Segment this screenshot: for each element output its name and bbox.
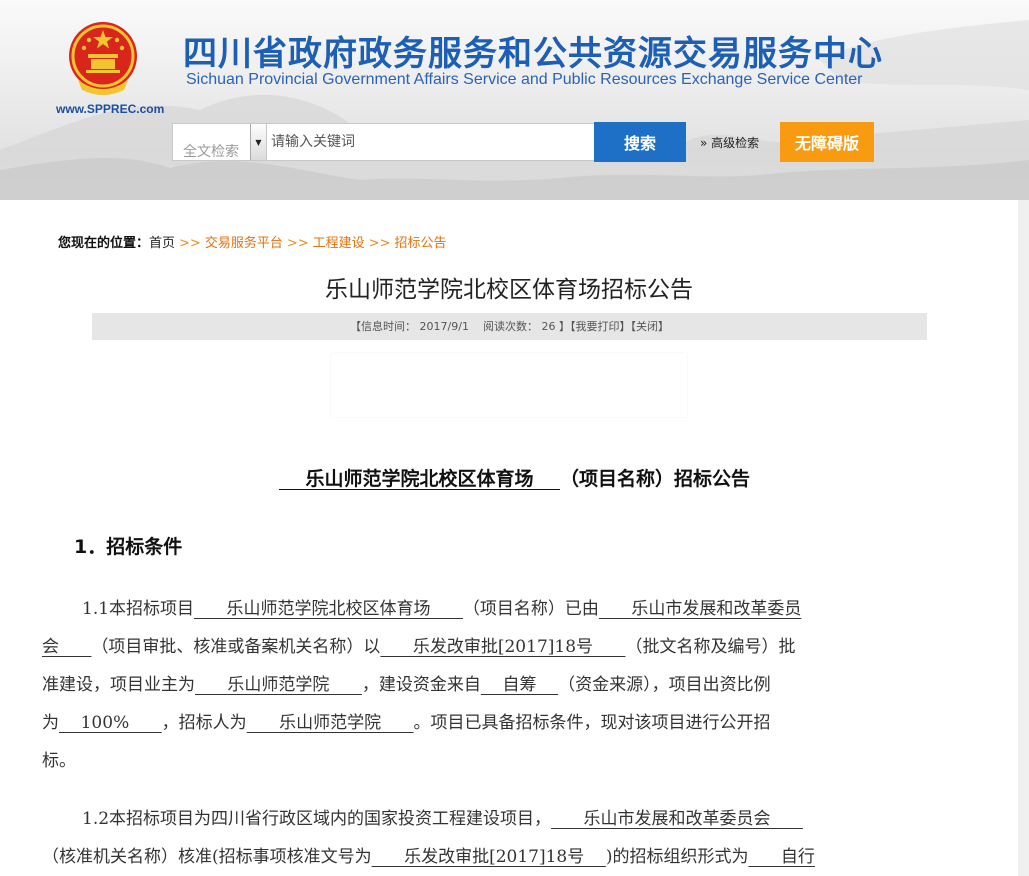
approval-number-field: 乐发改审批[2017]18号 — [380, 637, 626, 657]
search-input[interactable] — [267, 123, 595, 161]
page-title: 乐山师范学院北校区体育场招标公告 — [325, 277, 693, 303]
heading-blank-left — [279, 468, 305, 490]
site-title: 四川省政府政务服务和公共资源交易服务中心 — [183, 34, 883, 74]
funding-ratio-field: 100% — [59, 713, 162, 733]
heading-project-name: 乐山师范学院北校区体育场 — [305, 468, 534, 490]
paragraph-1-1: 1.1本招标项目 乐山师范学院北校区体育场 （项目名称）已由 乐山市发展和改革委… — [42, 590, 977, 780]
print-link[interactable]: 【我要打印】 — [570, 320, 631, 333]
text-segment: （核准机关名称）核准(招标事项核准文号为 — [42, 847, 372, 867]
organization-form-field: 自行 — [748, 847, 815, 867]
approval-authority-field: 乐山市发展和改革委员会 — [551, 809, 803, 829]
heading-blank-right — [534, 468, 560, 490]
text-segment: )的招标组织形式为 — [605, 847, 749, 867]
paragraph-line: 会 （项目审批、核准或备案机关名称）以 乐发改审批[2017]18号 （批文名称… — [42, 628, 977, 666]
text-segment: 准建设，项目业主为 — [42, 675, 195, 695]
breadcrumb-construction[interactable]: 工程建设 — [313, 236, 365, 251]
chevron-down-icon[interactable]: ▼ — [250, 124, 266, 160]
advanced-search-link[interactable]: » 高级检索 — [700, 134, 759, 151]
accessibility-button[interactable]: 无障碍版 — [780, 122, 874, 162]
breadcrumb-tender-notice[interactable]: 招标公告 — [394, 236, 446, 251]
paragraph-line: 1.1本招标项目 乐山师范学院北校区体育场 （项目名称）已由 乐山市发展和改革委… — [42, 590, 977, 628]
breadcrumb-trading-platform[interactable]: 交易服务平台 — [205, 236, 283, 251]
text-segment: （资金来源），项目出资比例 — [558, 675, 771, 695]
paragraph-1-2: 1.2本招标项目为四川省行政区域内的国家投资工程建设项目， 乐山市发展和改革委员… — [42, 800, 977, 876]
approval-authority-field: 会 — [42, 637, 92, 657]
text-segment: 1.1本招标项目 — [82, 599, 195, 619]
page-edge — [1018, 200, 1029, 876]
text-segment: 标。 — [42, 751, 76, 771]
notice-heading: 乐山师范学院北校区体育场 （项目名称）招标公告 — [0, 464, 1029, 491]
project-owner-field: 乐山师范学院 — [195, 675, 362, 695]
paragraph-line: 为 100% ，招标人为 乐山师范学院 。项目已具备招标条件，现对该项目进行公开… — [42, 704, 977, 742]
project-name-field: 乐山师范学院北校区体育场 — [194, 599, 463, 619]
meta-close-bracket: 】 — [558, 320, 570, 333]
read-count-label: 阅读次数： — [482, 320, 538, 333]
site-url: www.SPPREC.com — [56, 102, 165, 116]
funding-source-field: 自筹 — [480, 675, 559, 695]
breadcrumb-separator: >> — [179, 236, 201, 251]
text-segment: 为 — [42, 713, 59, 733]
blank-placeholder — [331, 353, 687, 417]
national-emblem-icon — [69, 22, 137, 95]
text-segment: （项目审批、核准或备案机关名称）以 — [91, 637, 381, 657]
search-type-label: 全文检索 — [183, 144, 239, 160]
breadcrumb: 您现在的位置：首页 >> 交易服务平台 >> 工程建设 >> 招标公告 — [58, 232, 446, 251]
article-container: 您现在的位置：首页 >> 交易服务平台 >> 工程建设 >> 招标公告 乐山师范学院北校区体… — [0, 200, 1018, 876]
close-link[interactable]: 【关闭】 — [630, 320, 669, 333]
text-segment: ，招标人为 — [161, 713, 247, 733]
section-heading: 1．招标条件 — [74, 536, 183, 558]
approval-authority-field: 乐山市发展和改革委员 — [598, 599, 802, 619]
search-type-select[interactable]: 全文检索 ▼ — [172, 123, 267, 161]
info-time: 2017/9/1 — [419, 320, 469, 333]
site-header: www.SPPREC.com 四川省政府政务服务和公共资源交易服务中心 Sich… — [0, 0, 1029, 200]
heading-suffix: （项目名称）招标公告 — [559, 468, 750, 490]
search-button[interactable]: 搜索 — [594, 122, 686, 162]
breadcrumb-separator: >> — [286, 236, 309, 251]
breadcrumb-home[interactable]: 首页 — [149, 236, 175, 251]
read-count: 26 — [541, 320, 556, 333]
site-subtitle: Sichuan Provincial Government Affairs Se… — [186, 71, 863, 88]
text-segment: 1.2本招标项目为四川省行政区域内的国家投资工程建设项目， — [82, 809, 552, 829]
double-chevron-icon: » — [700, 136, 708, 150]
paragraph-line: 准建设，项目业主为 乐山师范学院 ，建设资金来自 自筹 （资金来源），项目出资比… — [42, 666, 977, 704]
breadcrumb-label: 您现在的位置： — [58, 236, 150, 251]
article-meta: 【信息时间： 2017/9/1 阅读次数： 26 】【我要打印】【关闭】 — [92, 313, 927, 340]
advanced-search-label: 高级检索 — [711, 136, 760, 150]
text-segment: （批文名称及编号）批 — [625, 637, 796, 657]
info-time-label: 【信息时间： — [350, 320, 417, 333]
text-segment: （项目名称）已由 — [462, 599, 599, 619]
paragraph-line: 标。 — [42, 742, 977, 780]
paragraph-line: （核准机关名称）核准(招标事项核准文号为 乐发改审批[2017]18号 )的招标… — [42, 838, 977, 876]
approval-number-field: 乐发改审批[2017]18号 — [371, 847, 606, 867]
breadcrumb-separator: >> — [368, 236, 391, 251]
text-segment: 。项目已具备招标条件，现对该项目进行公开招 — [413, 713, 771, 733]
tenderer-field: 乐山师范学院 — [246, 713, 414, 733]
text-segment: ，建设资金来自 — [361, 675, 481, 695]
paragraph-line: 1.2本招标项目为四川省行政区域内的国家投资工程建设项目， 乐山市发展和改革委员… — [42, 800, 977, 838]
